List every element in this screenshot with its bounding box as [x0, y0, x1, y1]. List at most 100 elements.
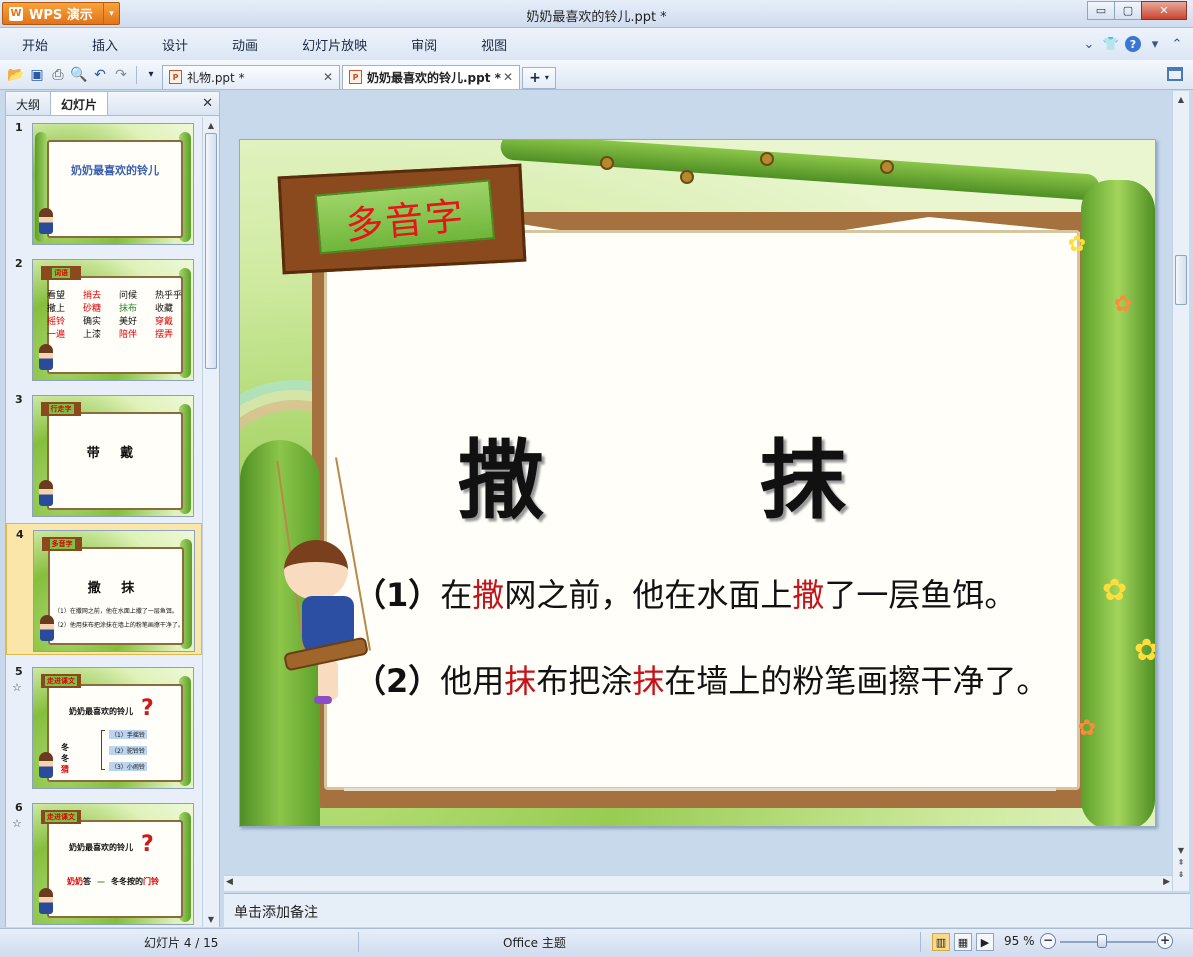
notes-pane[interactable]: 单击添加备注 [224, 893, 1190, 927]
close-icon[interactable]: ✕ [503, 70, 513, 84]
window-layout-icon[interactable] [1167, 67, 1183, 81]
animation-star-icon: ☆ [12, 817, 22, 830]
status-bar: 幻灯片 4 / 15 Office 主题 ▥ ▦ ▶ 95 % − + [0, 928, 1193, 957]
scroll-right-icon[interactable]: ▶ [1163, 877, 1170, 887]
girl-illustration [39, 344, 53, 370]
slide-thumbnail[interactable]: 奶奶最喜欢的铃儿 [32, 123, 194, 245]
slide-thumbnail[interactable]: 词语 看望 捎去 问候 热乎乎 撒上 砂糖 抹布 收藏 摇铃 确实 美好 穿戴 一遍 上漆 陪伴 摆弄 [32, 259, 194, 381]
scroll-down-icon[interactable]: ▼ [203, 911, 219, 927]
menu-item-design[interactable]: 设计 [140, 35, 210, 54]
thumbnail-number: 4 [16, 528, 24, 541]
question-mark-icon: ? [141, 832, 154, 857]
scroll-thumb[interactable] [205, 133, 217, 369]
animation-star-icon: ☆ [12, 681, 22, 694]
girl-shoe [314, 696, 332, 704]
question-mark-icon: ? [141, 696, 154, 721]
title-signboard[interactable]: 多音字 [277, 163, 527, 275]
help-icon[interactable]: ? [1125, 36, 1141, 52]
flower-decoration: ✿ [1077, 716, 1097, 741]
skin-icon[interactable]: 👕 [1103, 36, 1119, 52]
berry-decoration [600, 156, 614, 170]
normal-view-icon[interactable]: ▥ [932, 933, 950, 951]
new-tab-button[interactable]: + ▾ [522, 66, 556, 89]
girl-illustration [39, 752, 53, 778]
thumbnail-sign: 多音字 [42, 537, 82, 551]
option-item: （3）小闹铃 [109, 762, 147, 771]
thumbnail-number: 2 [15, 257, 23, 270]
slide-sorter-icon[interactable]: ▦ [954, 933, 972, 951]
open-icon[interactable]: 📂 [6, 65, 26, 85]
slideshow-view-icon[interactable]: ▶ [976, 933, 994, 951]
thumbnail-row-5[interactable]: 5 ☆ 走进课文 奶奶最喜欢的铃儿 ? 冬冬猜 （1）手摇铃 （2）驼铃铃 （3… [6, 661, 202, 793]
chevron-down-icon[interactable]: ⌄ [1081, 36, 1097, 52]
print-preview-icon[interactable]: 🔍 [69, 65, 89, 85]
girl-legs [318, 660, 338, 700]
menu-bar: 开始 插入 设计 动画 幻灯片放映 审阅 视图 ⌄ 👕 ? ▾ ⌃ [0, 28, 1193, 60]
thumbnail-row-6[interactable]: 6 ☆ 走进课文 奶奶最喜欢的铃儿 ? 奶奶答 — 冬冬按的门铃 [6, 797, 202, 927]
chevron-down-icon[interactable]: ▾ [141, 65, 161, 85]
minimize-button[interactable]: ▭ [1087, 1, 1115, 20]
word-grid: 看望 捎去 问候 热乎乎 撒上 砂糖 抹布 收藏 摇铃 确实 美好 穿戴 一遍 上漆 陪伴 摆弄 [47, 290, 193, 342]
thumbnail-question: 奶奶最喜欢的铃儿 [69, 707, 133, 716]
menu-item-animation[interactable]: 动画 [210, 35, 280, 54]
save-icon[interactable]: ▣ [27, 65, 47, 85]
doc-tab-label: 礼物.ppt * [187, 70, 245, 85]
page-nav-buttons[interactable]: ▼ ⇞ ⇟ [1173, 845, 1189, 881]
scroll-up-icon[interactable]: ▲ [1173, 91, 1189, 107]
doc-tab-current[interactable]: P 奶奶最喜欢的铃儿.ppt * ✕ [342, 64, 520, 89]
polyphonic-char-2[interactable]: 抹 [760, 410, 846, 535]
menu-item-review[interactable]: 审阅 [389, 35, 459, 54]
chevron-down-icon[interactable]: ▾ [1147, 36, 1163, 52]
divider [136, 65, 137, 84]
flower-decoration: ✿ [1067, 232, 1087, 257]
horizontal-scrollbar[interactable]: ◀ ▶ [224, 875, 1172, 891]
zoom-in-icon[interactable]: + [1157, 933, 1173, 949]
close-icon[interactable]: ✕ [202, 96, 213, 111]
divider [920, 932, 921, 952]
menu-item-insert[interactable]: 插入 [70, 35, 140, 54]
scroll-up-icon[interactable]: ▲ [203, 117, 219, 133]
vertical-scrollbar[interactable]: ▲ ▼ ⇞ ⇟ [1172, 91, 1189, 891]
menu-item-slideshow[interactable]: 幻灯片放映 [280, 35, 389, 54]
menu-item-start[interactable]: 开始 [0, 35, 70, 54]
slide-canvas[interactable]: ✿ ✿ ✿ ✿ ✿ 多音字 撒 抹 （1）在撒网之前，他在水面上撒了一层鱼饵。 … [239, 139, 1156, 827]
close-icon[interactable]: ✕ [323, 70, 333, 84]
girl-illustration [39, 208, 53, 234]
thumbnail-row-1[interactable]: 1 奶奶最喜欢的铃儿 [6, 117, 202, 249]
tab-slides[interactable]: 幻灯片 [50, 92, 109, 115]
thumbnail-row-4[interactable]: 4 多音字 撒 抹 （1）在撒网之前，他在水面上撒了一层鱼饵。 （2）他用抹布把… [6, 523, 202, 655]
scroll-left-icon[interactable]: ◀ [226, 877, 233, 887]
girl-head [284, 540, 348, 600]
doc-tab-gift[interactable]: P 礼物.ppt * ✕ [162, 64, 340, 89]
collapse-ribbon-icon[interactable]: ⌃ [1169, 36, 1185, 52]
slide-thumbnail[interactable]: 走进课文 奶奶最喜欢的铃儿 ? 奶奶答 — 冬冬按的门铃 [32, 803, 194, 925]
scroll-thumb[interactable] [1175, 255, 1187, 305]
polyphonic-char-1[interactable]: 撒 [458, 410, 544, 535]
menu-item-view[interactable]: 视图 [459, 35, 529, 54]
thumbnail-row-3[interactable]: 3 行走字 带 戴 [6, 389, 202, 521]
girl-illustration [39, 480, 53, 506]
slide-thumbnail[interactable]: 走进课文 奶奶最喜欢的铃儿 ? 冬冬猜 （1）手摇铃 （2）驼铃铃 （3）小闹铃 [32, 667, 194, 789]
thumbnail-row-2[interactable]: 2 词语 看望 捎去 问候 热乎乎 撒上 砂糖 抹布 收藏 摇铃 确实 美好 穿戴 [6, 253, 202, 385]
print-icon[interactable]: ⎙ [48, 65, 68, 85]
zoom-out-icon[interactable]: − [1040, 933, 1056, 949]
sign-panel: 多音字 [314, 179, 496, 255]
close-button[interactable]: ✕ [1141, 1, 1187, 20]
option-item: （1）手摇铃 [109, 730, 147, 739]
brace [101, 730, 105, 770]
zoom-slider[interactable] [1060, 941, 1156, 943]
maximize-button[interactable]: ▢ [1114, 1, 1142, 20]
undo-icon[interactable]: ↶ [90, 65, 110, 85]
slide-counter: 幻灯片 4 / 15 [144, 936, 219, 950]
example-sentence-1[interactable]: （1）在撒网之前，他在水面上撒了一层鱼饵。 [354, 570, 1016, 616]
redo-icon[interactable]: ↷ [111, 65, 131, 85]
thumbnail-scrollbar[interactable]: ▲ ▼ [202, 117, 219, 927]
example-sentence-2[interactable]: （2）他用抹布把涂抹在墙上的粉笔画擦干净了。 [354, 656, 1048, 702]
zoom-slider-handle[interactable] [1097, 934, 1107, 948]
thumbnail-question: 奶奶最喜欢的铃儿 [69, 843, 133, 852]
slide-thumbnail[interactable]: 多音字 撒 抹 （1）在撒网之前，他在水面上撒了一层鱼饵。 （2）他用抹布把涂抹… [33, 530, 195, 652]
slide-thumbnail[interactable]: 行走字 带 戴 [32, 395, 194, 517]
thumbnail-number: 5 [15, 665, 23, 678]
tab-outline[interactable]: 大纲 [6, 92, 50, 115]
book-page [47, 820, 183, 918]
